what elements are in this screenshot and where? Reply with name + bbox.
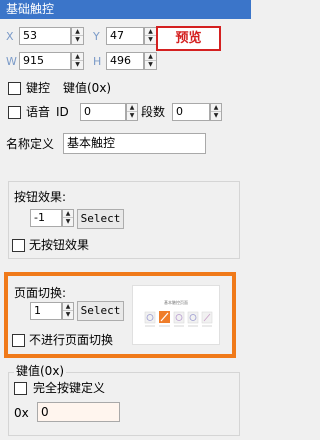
spin-down-icon[interactable]: ▼	[72, 61, 83, 69]
x-field[interactable]: 53	[19, 27, 71, 45]
h-spinner[interactable]: ▲ ▼	[144, 52, 157, 70]
segments-value: 0	[176, 105, 183, 118]
y-label: Y	[93, 30, 100, 43]
button-effect-select-button[interactable]: Select	[77, 209, 124, 229]
spin-up-icon[interactable]: ▲	[145, 28, 156, 36]
hex-prefix-label: 0x	[14, 406, 29, 420]
voice-id-value: 0	[84, 105, 91, 118]
name-label: 名称定义	[6, 137, 55, 151]
page-thumbnail: 基本触控页面	[132, 285, 220, 345]
x-label: X	[6, 30, 14, 43]
name-input[interactable]: 基本触控	[63, 133, 206, 154]
keyvalue-label: 键值(0x)	[63, 81, 112, 95]
y-field[interactable]: 47	[106, 27, 144, 45]
name-value: 基本触控	[67, 136, 116, 150]
spin-up-icon[interactable]: ▲	[211, 104, 221, 112]
page-switch-value: 1	[34, 304, 41, 317]
y-value: 47	[110, 29, 124, 42]
x-spinner[interactable]: ▲ ▼	[71, 27, 84, 45]
page-switch-select-button[interactable]: Select	[77, 301, 124, 321]
segments-field[interactable]: 0	[172, 103, 210, 121]
panel-header: 基础触控	[0, 0, 251, 19]
no-switch-label: 不进行页面切换	[29, 333, 114, 347]
spin-up-icon[interactable]: ▲	[127, 104, 137, 112]
key-value-group-label: 键值(0x)	[14, 364, 67, 378]
h-field[interactable]: 496	[106, 52, 144, 70]
w-spinner[interactable]: ▲ ▼	[71, 52, 84, 70]
spin-up-icon[interactable]: ▲	[63, 303, 73, 311]
no-effect-checkbox[interactable]	[12, 239, 25, 252]
spin-down-icon[interactable]: ▼	[145, 36, 156, 44]
voice-id-spinner[interactable]: ▲ ▼	[126, 103, 138, 121]
page-switch-field[interactable]: 1	[30, 302, 62, 320]
spin-up-icon[interactable]: ▲	[63, 210, 73, 218]
preview-button[interactable]: 预览	[156, 26, 221, 51]
voice-id-label: ID	[56, 105, 69, 119]
key-value-input[interactable]: 0	[37, 402, 120, 422]
button-effect-label: 按钮效果:	[14, 190, 67, 204]
full-key-label: 完全按键定义	[33, 381, 106, 395]
spin-up-icon[interactable]: ▲	[145, 53, 156, 61]
spin-down-icon[interactable]: ▼	[127, 112, 137, 120]
h-label: H	[93, 55, 102, 68]
spin-down-icon[interactable]: ▼	[211, 112, 221, 120]
w-field[interactable]: 915	[19, 52, 71, 70]
spin-down-icon[interactable]: ▼	[63, 218, 73, 226]
page-switch-label: 页面切换:	[14, 286, 67, 300]
no-switch-checkbox[interactable]	[12, 334, 25, 347]
w-value: 915	[23, 54, 44, 67]
button-effect-value: -1	[34, 211, 45, 224]
segments-label: 段数	[141, 105, 166, 119]
no-effect-label: 无按钮效果	[29, 238, 90, 252]
voice-checkbox[interactable]	[8, 106, 21, 119]
keyctrl-label: 键控	[26, 81, 51, 95]
spin-down-icon[interactable]: ▼	[72, 36, 83, 44]
spin-down-icon[interactable]: ▼	[145, 61, 156, 69]
voice-label: 语音	[26, 105, 51, 119]
segments-spinner[interactable]: ▲ ▼	[210, 103, 222, 121]
w-label: W	[6, 55, 17, 68]
spin-up-icon[interactable]: ▲	[72, 28, 83, 36]
key-value-text: 0	[41, 405, 49, 419]
voice-id-field[interactable]: 0	[80, 103, 126, 121]
button-effect-spinner[interactable]: ▲ ▼	[62, 209, 74, 227]
spin-up-icon[interactable]: ▲	[72, 53, 83, 61]
page-switch-spinner[interactable]: ▲ ▼	[62, 302, 74, 320]
h-value: 496	[110, 54, 131, 67]
thumbnail-buttons-icon	[144, 311, 213, 327]
full-key-checkbox[interactable]	[14, 382, 27, 395]
keyctrl-checkbox[interactable]	[8, 82, 21, 95]
button-effect-field[interactable]: -1	[30, 209, 62, 227]
x-value: 53	[23, 29, 37, 42]
spin-down-icon[interactable]: ▼	[63, 311, 73, 319]
